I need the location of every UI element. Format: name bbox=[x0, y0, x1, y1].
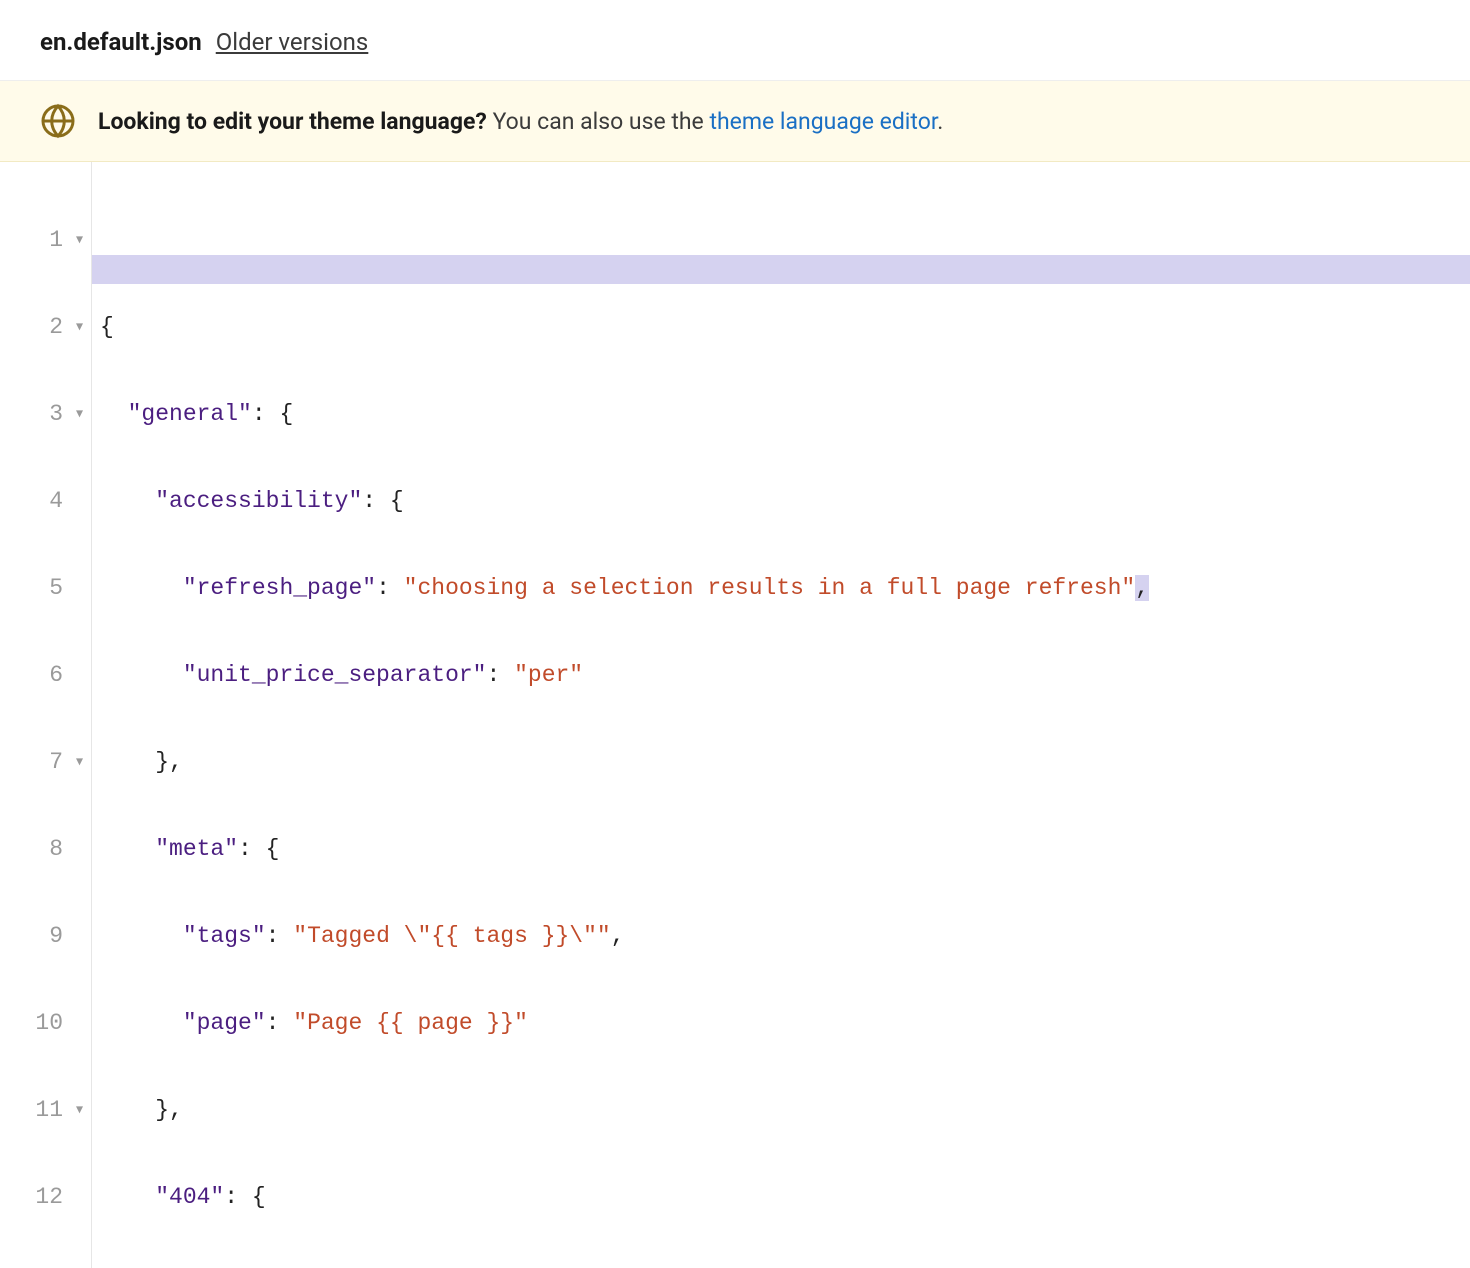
code-line[interactable]: }, bbox=[100, 748, 1470, 777]
banner-bold: Looking to edit your theme language? bbox=[98, 108, 487, 135]
line-number: 11▾ bbox=[0, 1096, 85, 1125]
banner-text: Looking to edit your theme language? You… bbox=[98, 108, 943, 135]
fold-icon[interactable]: ▾ bbox=[76, 226, 83, 255]
code-line[interactable]: "general": { bbox=[100, 400, 1470, 429]
line-number: 3▾ bbox=[0, 400, 85, 429]
line-number: 7▾ bbox=[0, 748, 85, 777]
banner-rest: You can also use the bbox=[487, 108, 710, 135]
code-line[interactable]: "page": "Page {{ page }}" bbox=[100, 1009, 1470, 1038]
code-line[interactable]: }, bbox=[100, 1096, 1470, 1125]
code-editor[interactable]: 1▾ 2▾ 3▾ 4 5 6 7▾ 8 9 10 11▾ 12 13 14 15… bbox=[0, 162, 1470, 1268]
code-line[interactable]: "refresh_page": "choosing a selection re… bbox=[100, 574, 1470, 603]
info-banner: Looking to edit your theme language? You… bbox=[0, 81, 1470, 162]
line-number: 2▾ bbox=[0, 313, 85, 342]
line-number: 12 bbox=[0, 1183, 85, 1212]
code-area[interactable]: { "general": { "accessibility": { "refre… bbox=[92, 162, 1470, 1268]
line-number: 4 bbox=[0, 487, 85, 516]
code-line[interactable]: "tags": "Tagged \"{{ tags }}\"", bbox=[100, 922, 1470, 951]
file-header: en.default.json Older versions bbox=[0, 0, 1470, 81]
older-versions-link[interactable]: Older versions bbox=[216, 28, 369, 56]
fold-icon[interactable]: ▾ bbox=[76, 313, 83, 342]
code-line[interactable]: "unit_price_separator": "per" bbox=[100, 661, 1470, 690]
line-number: 10 bbox=[0, 1009, 85, 1038]
code-line[interactable]: "accessibility": { bbox=[100, 487, 1470, 516]
fold-icon[interactable]: ▾ bbox=[76, 1096, 83, 1125]
theme-language-editor-link[interactable]: theme language editor bbox=[709, 108, 937, 135]
line-number: 8 bbox=[0, 835, 85, 864]
code-line[interactable]: { bbox=[100, 313, 1470, 342]
fold-icon[interactable]: ▾ bbox=[76, 748, 83, 777]
banner-period: . bbox=[937, 108, 943, 135]
line-number: 5 bbox=[0, 574, 85, 603]
globe-icon bbox=[40, 103, 76, 139]
fold-icon[interactable]: ▾ bbox=[76, 400, 83, 429]
file-name: en.default.json bbox=[40, 28, 202, 56]
line-number-gutter: 1▾ 2▾ 3▾ 4 5 6 7▾ 8 9 10 11▾ 12 13 14 15… bbox=[0, 162, 92, 1268]
code-line[interactable]: "404": { bbox=[100, 1183, 1470, 1212]
line-number: 1▾ bbox=[0, 226, 85, 255]
line-number: 9 bbox=[0, 922, 85, 951]
line-number: 6 bbox=[0, 661, 85, 690]
code-line[interactable]: "meta": { bbox=[100, 835, 1470, 864]
